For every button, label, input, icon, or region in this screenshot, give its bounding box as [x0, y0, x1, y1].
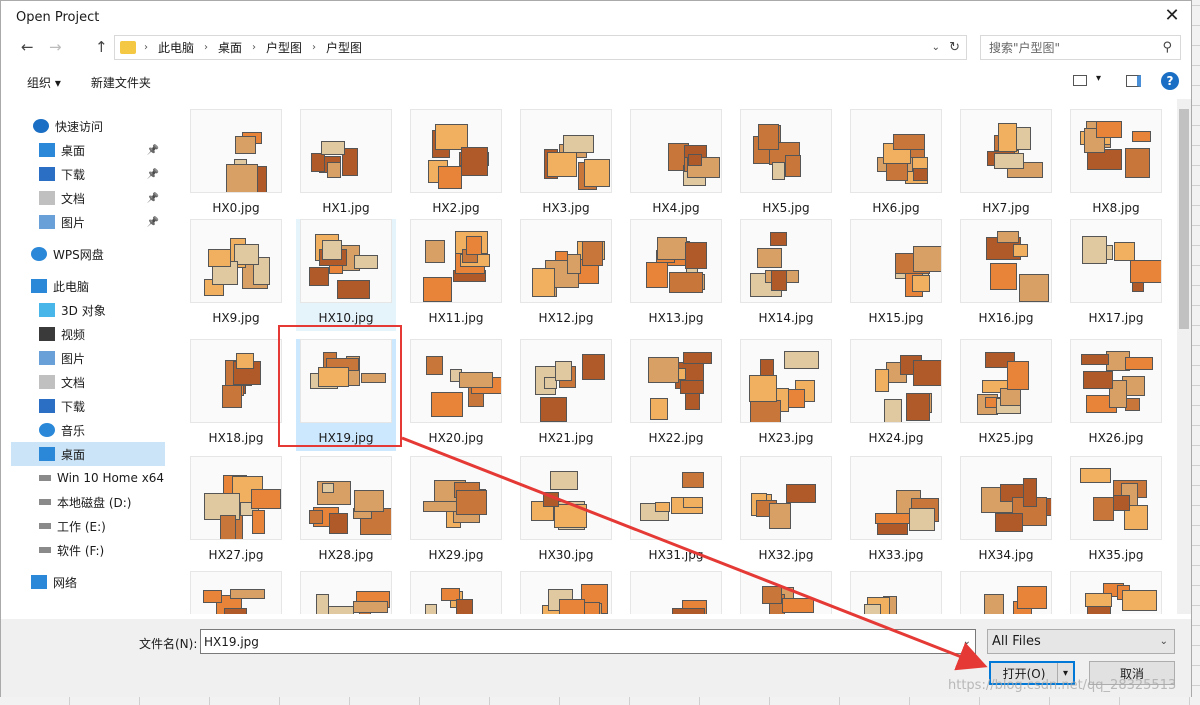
watermark: https://blog.csdn.net/qq_28325513: [948, 678, 1177, 693]
annotation-arrow: [401, 436, 988, 671]
